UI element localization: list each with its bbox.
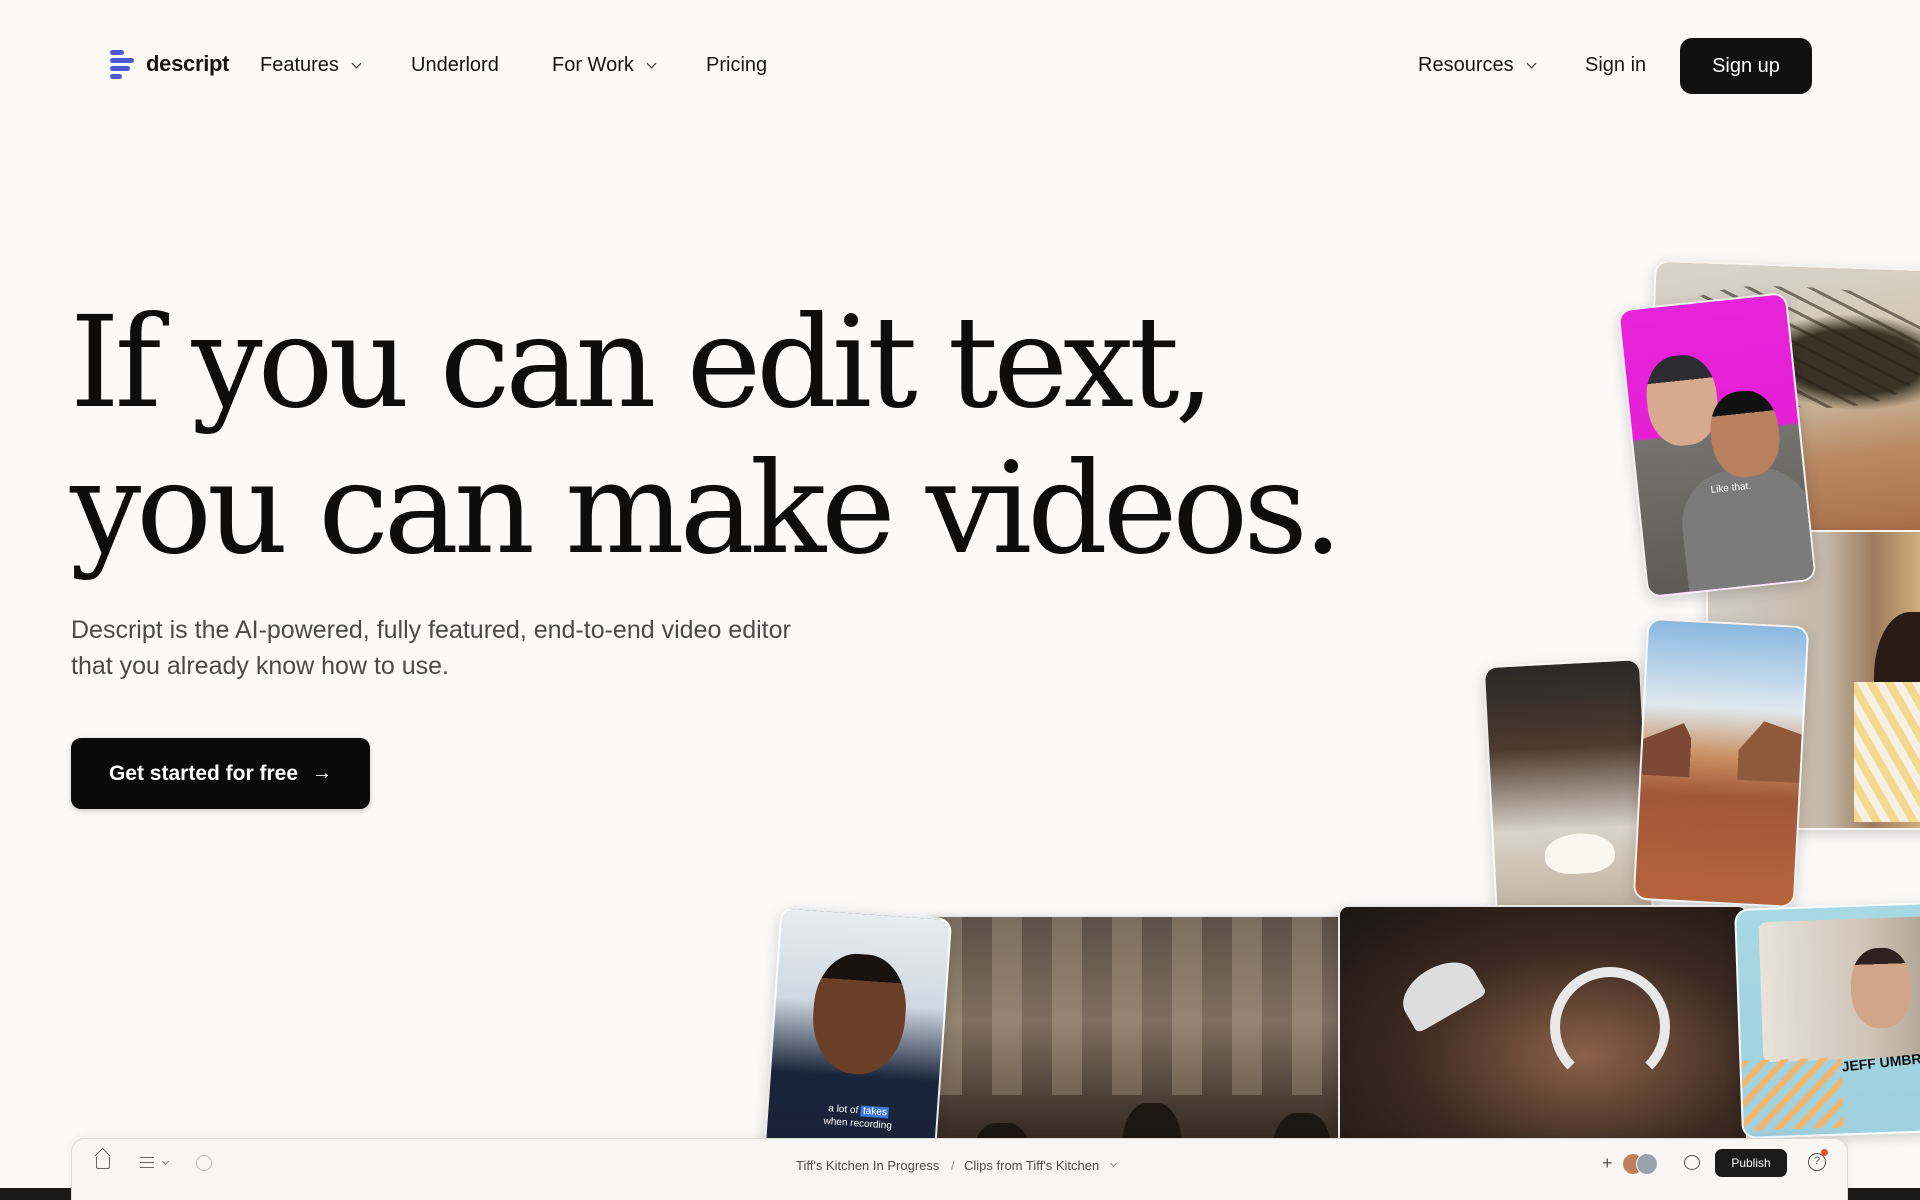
- person-figure: [1642, 351, 1722, 449]
- video-caption: a lot of takes when recording: [807, 1101, 909, 1134]
- interview-frame: [1758, 914, 1920, 1063]
- paint-stroke-decoration: [1741, 1057, 1844, 1131]
- bowl-shape: [1543, 831, 1616, 876]
- headphones-shape: [1550, 967, 1670, 1087]
- nav-resources-label: Resources: [1418, 54, 1514, 76]
- collage-interview-image: JEFF UMBRO: [1734, 901, 1920, 1139]
- home-icon[interactable]: [96, 1157, 110, 1169]
- sign-in-label: Sign in: [1585, 54, 1647, 76]
- lamp-shape: [1392, 950, 1488, 1034]
- sync-status-icon: [196, 1155, 212, 1171]
- hero-headline: If you can edit text, you can make video…: [70, 289, 1343, 582]
- sign-up-button[interactable]: Sign up: [1680, 38, 1812, 94]
- notification-dot: [1821, 1149, 1828, 1156]
- nav-features[interactable]: Features: [260, 54, 362, 77]
- top-navigation: descript Features Underlord For Work Pri…: [0, 0, 1920, 132]
- hero-subheading: Descript is the AI-powered, fully featur…: [71, 612, 871, 684]
- nav-features-label: Features: [260, 54, 339, 76]
- chevron-down-icon: [1526, 58, 1537, 68]
- descript-logo-icon: [110, 50, 136, 79]
- nav-pricing[interactable]: Pricing: [706, 54, 767, 77]
- nav-underlord[interactable]: Underlord: [411, 54, 499, 77]
- logo-wordmark: descript: [146, 51, 230, 76]
- caption-text: a lot of: [827, 1103, 862, 1117]
- breadcrumb-separator: /: [951, 1158, 955, 1173]
- breadcrumb-composition[interactable]: Clips from Tiff's Kitchen: [964, 1158, 1099, 1173]
- hero-headline-line-1: If you can edit text,: [70, 289, 1215, 436]
- get-started-button[interactable]: Get started for free →: [71, 738, 370, 809]
- person-figure: [1706, 387, 1784, 481]
- get-started-label: Get started for free: [108, 761, 299, 785]
- nav-resources[interactable]: Resources: [1418, 54, 1537, 77]
- nav-underlord-label: Underlord: [411, 54, 499, 76]
- collage-cooking-image: [1482, 658, 1656, 946]
- publish-button[interactable]: Publish: [1715, 1149, 1787, 1177]
- hero-subheading-line-1: Descript is the AI-powered, fully featur…: [71, 616, 791, 644]
- chevron-down-icon: [161, 1157, 170, 1166]
- person-figure: [1849, 946, 1913, 1030]
- collage-canyon-image: [1632, 617, 1810, 909]
- collage-tiktok-duo-image: Like that.: [1617, 291, 1817, 599]
- descript-logo[interactable]: descript: [110, 50, 230, 79]
- breadcrumb-project[interactable]: Tiff's Kitchen In Progress: [796, 1158, 939, 1173]
- nav-for-work[interactable]: For Work: [552, 54, 657, 77]
- hero-subheading-line-2: that you already know how to use.: [71, 652, 450, 680]
- hero-headline-line-2: you can make videos.: [70, 435, 1343, 582]
- sign-in-link[interactable]: Sign in: [1585, 54, 1646, 77]
- collaborator-avatars[interactable]: [1622, 1153, 1662, 1175]
- arrow-right-icon: →: [312, 762, 333, 784]
- nav-pricing-label: Pricing: [706, 54, 768, 76]
- portrait-figure: [1874, 612, 1920, 772]
- caption-highlight: takes: [860, 1105, 890, 1119]
- menu-icon[interactable]: [140, 1157, 154, 1168]
- comment-icon[interactable]: [1684, 1155, 1700, 1170]
- chevron-down-icon: [351, 58, 362, 68]
- editor-toolbar-preview: Tiff's Kitchen In Progress / Clips from …: [71, 1138, 1848, 1200]
- chevron-down-icon: [646, 58, 657, 68]
- add-collaborator-icon[interactable]: +: [1602, 1153, 1613, 1174]
- speaker-figure: [809, 951, 910, 1078]
- avatar: [1636, 1153, 1658, 1175]
- caption-text: when recording: [823, 1115, 893, 1132]
- nav-for-work-label: For Work: [552, 54, 634, 76]
- chevron-down-icon: [1109, 1159, 1118, 1168]
